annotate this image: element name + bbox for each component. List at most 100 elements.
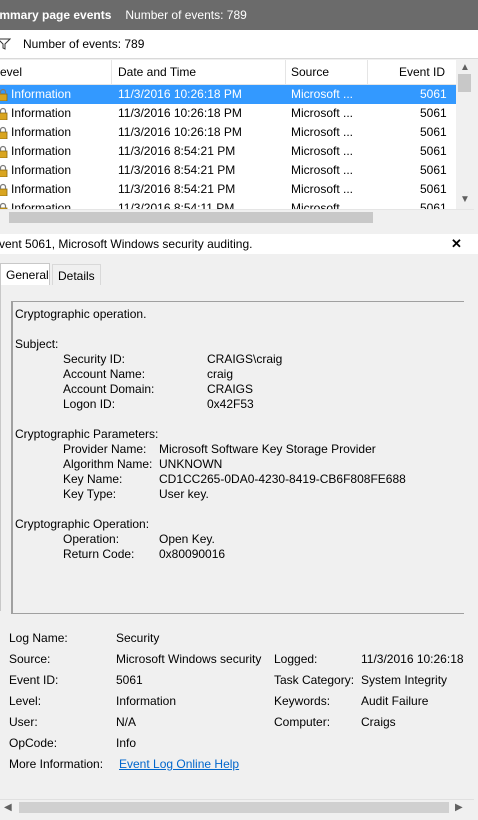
table-header: evel Date and Time Source Event ID [0, 60, 456, 85]
message-key: Key Name: [63, 472, 123, 486]
scroll-left-arrow-icon[interactable]: ◀ [4, 802, 12, 813]
prop-label-logged: Logged: [274, 652, 318, 666]
filter-bar: Number of events: 789 [0, 30, 478, 59]
event-detail-title-bar: vent 5061, Microsoft Windows security au… [0, 234, 478, 254]
prop-label-more-info: More Information: [9, 757, 104, 771]
message-heading: Cryptographic operation. [15, 307, 147, 321]
event-message-box[interactable]: Cryptographic operation. Subject: Securi… [11, 301, 464, 614]
scroll-up-arrow-icon[interactable]: ▲ [460, 62, 470, 73]
row-level: Information [11, 87, 72, 101]
column-header-source[interactable]: Source [286, 60, 368, 84]
row-event-id: 5061 [420, 87, 447, 101]
prop-value-computer: Craigs [361, 715, 396, 729]
message-key: Provider Name: [63, 442, 147, 456]
message-key: Account Domain: [63, 382, 155, 396]
message-key: Return Code: [63, 547, 135, 561]
table-row[interactable]: Information 11/3/2016 10:26:18 PM Micros… [0, 123, 456, 142]
message-value: CRAIGS [207, 382, 254, 396]
prop-label-computer: Computer: [274, 715, 331, 729]
scroll-right-arrow-icon[interactable]: ▶ [455, 802, 463, 813]
prop-value-source: Microsoft Windows security [116, 652, 262, 666]
row-event-id: 5061 [420, 106, 447, 120]
table-row[interactable]: Information 11/3/2016 8:54:21 PM Microso… [0, 142, 456, 161]
row-event-id: 5061 [420, 163, 447, 177]
message-value: UNKNOWN [159, 457, 223, 471]
lock-icon [0, 202, 8, 209]
row-source: Microsoft ... [291, 201, 354, 209]
prop-value-task-category: System Integrity [361, 673, 448, 687]
prop-label-level: Level: [9, 694, 42, 708]
row-date: 11/3/2016 8:54:21 PM [118, 182, 236, 196]
prop-value-logged: 11/3/2016 10:26:18 [361, 652, 464, 666]
detail-tabs: General Details [0, 263, 478, 285]
message-value: craig [207, 367, 234, 381]
prop-value-opcode: Info [116, 736, 137, 750]
table-row[interactable]: Information 11/3/2016 10:26:18 PM Micros… [0, 85, 456, 104]
params-label: Cryptographic Parameters: [15, 427, 159, 441]
prop-label-opcode: OpCode: [9, 736, 58, 750]
prop-value-log-name: Security [116, 631, 160, 645]
event-detail-title: vent 5061, Microsoft Windows security au… [0, 237, 253, 251]
row-date: 11/3/2016 8:54:11 PM [118, 201, 235, 209]
table-row[interactable]: Information 11/3/2016 10:26:18 PM Micros… [0, 104, 456, 123]
row-event-id: 5061 [420, 201, 447, 209]
panel-title: ummary page events [0, 8, 112, 22]
message-key: Logon ID: [63, 397, 116, 411]
column-header-level[interactable]: evel [0, 60, 112, 84]
lock-icon [0, 183, 8, 196]
subject-label: Subject: [15, 337, 59, 351]
row-source: Microsoft ... [291, 163, 354, 177]
prop-value-event-id: 5061 [116, 673, 143, 687]
lock-icon [0, 88, 8, 101]
row-source: Microsoft ... [291, 87, 354, 101]
row-event-id: 5061 [420, 144, 447, 158]
message-value: Microsoft Software Key Storage Provider [159, 442, 376, 456]
message-value: CD1CC265-0DA0-4230-8419-CB6F808FE688 [159, 472, 406, 486]
row-source: Microsoft ... [291, 106, 354, 120]
lock-icon [0, 126, 8, 139]
row-event-id: 5061 [420, 182, 447, 196]
message-key: Security ID: [63, 352, 126, 366]
row-source: Microsoft ... [291, 125, 354, 139]
tab-details[interactable]: Details [52, 264, 101, 285]
table-row[interactable]: Information 11/3/2016 8:54:21 PM Microso… [0, 161, 456, 180]
close-icon[interactable]: ✕ [451, 234, 462, 254]
column-header-date[interactable]: Date and Time [112, 60, 286, 84]
row-level: Information [11, 201, 72, 209]
row-level: Information [11, 125, 72, 139]
message-key: Account Name: [63, 367, 146, 381]
prop-label-log-name: Log Name: [9, 631, 68, 645]
panel-event-count: Number of events: 789 [125, 8, 247, 22]
table-row[interactable]: Information 11/3/2016 8:54:11 PM Microso… [0, 199, 456, 209]
prop-value-keywords: Audit Failure [361, 694, 429, 708]
row-date: 11/3/2016 8:54:21 PM [118, 163, 236, 177]
table-vertical-scroll-thumb[interactable] [458, 74, 471, 92]
event-log-online-help-link[interactable]: Event Log Online Help [119, 757, 239, 771]
filter-icon[interactable] [0, 37, 11, 51]
message-key: Operation: [63, 532, 120, 546]
prop-value-level: Information [116, 694, 177, 708]
filter-event-count: Number of events: 789 [23, 37, 145, 51]
message-key: Algorithm Name: [63, 457, 153, 471]
message-value: Open Key. [159, 532, 215, 546]
row-source: Microsoft ... [291, 182, 354, 196]
tab-general[interactable]: General [0, 263, 50, 285]
panel-title-bar: ummary page events Number of events: 789 [0, 0, 478, 30]
message-value: 0x42F53 [207, 397, 254, 411]
table-horizontal-scroll-thumb[interactable] [9, 212, 373, 223]
table-row[interactable]: Information 11/3/2016 8:54:21 PM Microso… [0, 180, 456, 199]
message-key: Key Type: [63, 487, 117, 501]
events-table[interactable]: evel Date and Time Source Event ID Infor… [0, 60, 456, 209]
row-level: Information [11, 182, 72, 196]
column-header-event-id[interactable]: Event ID [368, 60, 456, 84]
lock-icon [0, 164, 8, 177]
detail-horizontal-scroll-thumb[interactable] [19, 802, 449, 813]
row-event-id: 5061 [420, 125, 447, 139]
prop-label-user: User: [9, 715, 38, 729]
prop-label-event-id: Event ID: [9, 673, 59, 687]
row-date: 11/3/2016 10:26:18 PM [118, 106, 242, 120]
row-level: Information [11, 144, 72, 158]
row-date: 11/3/2016 10:26:18 PM [118, 125, 242, 139]
scroll-down-arrow-icon[interactable]: ▼ [460, 194, 470, 205]
prop-label-task-category: Task Category: [274, 673, 355, 687]
